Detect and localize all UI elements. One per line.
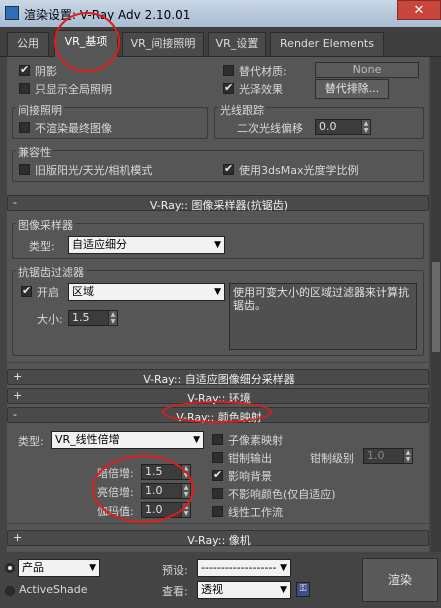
dont-affect-colors-checkbox[interactable]	[212, 488, 223, 499]
rollout-adaptive-subdivision[interactable]: + V-Ray:: 自适应图像细分采样器	[7, 369, 429, 386]
annotation-circle	[162, 401, 272, 423]
close-button[interactable]: ✕	[397, 0, 441, 20]
activeshade-radio[interactable]	[5, 586, 15, 596]
compat-group-title: 兼容性	[16, 144, 53, 160]
dont-affect-colors-label: 不影响颜色(仅自适应)	[228, 488, 336, 501]
use-3dsmax-photometric-checkbox[interactable]	[223, 162, 234, 175]
color-map-type-dropdown[interactable]: VR_线性倍增 ▼	[51, 431, 204, 449]
show-gi-only-label: 只显示全局照明	[35, 83, 112, 96]
spinner-arrows-icon[interactable]: ▲ ▼	[361, 120, 370, 134]
aa-filter-group-title: 抗锯齿过滤器	[16, 264, 86, 280]
dont-render-final-checkbox[interactable]	[19, 122, 30, 133]
preset-label: 预设:	[162, 564, 188, 577]
rollout-title: V-Ray:: 像机	[187, 534, 251, 547]
shadows-checkbox[interactable]	[19, 63, 30, 76]
subpixel-checkbox[interactable]	[212, 434, 223, 445]
view-value: 透视	[201, 583, 223, 596]
sampler-type-dropdown[interactable]: 自适应细分 ▼	[68, 236, 225, 254]
spinner-arrows-icon[interactable]: ▲ ▼	[108, 311, 117, 325]
aa-size-value: 1.5	[72, 311, 90, 324]
bottom-bar: 产品 ▼ ActiveShade 预设: ------------------- ▼…	[0, 552, 441, 608]
color-map-type-label: 类型:	[18, 435, 44, 448]
tab-vr-indirect[interactable]: VR_间接照明	[122, 32, 204, 56]
rollout-title: V-Ray:: 图像采样器(抗锯齿)	[149, 199, 289, 212]
clamp-level-value: 1.0	[367, 449, 385, 462]
indirect-group-title: 间接照明	[16, 102, 64, 118]
settings-panel: 阴影 只显示全局照明 替代材质: None 光泽效果 替代排除... 间接照明 …	[7, 57, 429, 552]
dropdown-arrow-icon: ▼	[193, 435, 200, 445]
affect-bg-label: 影响背景	[228, 470, 272, 483]
tab-vr-settings[interactable]: VR_设置	[208, 32, 266, 56]
clamp-level-label: 钳制级别	[310, 452, 354, 465]
rollout-camera[interactable]: + V-Ray:: 像机	[7, 530, 429, 547]
preset-dropdown[interactable]: ------------------- ▼	[197, 559, 291, 577]
raytrace-group-title: 光线跟踪	[218, 102, 266, 118]
legacy-sun-checkbox[interactable]	[19, 164, 30, 175]
clamp-checkbox[interactable]	[212, 452, 223, 463]
aa-filter-dropdown[interactable]: 区域 ▼	[68, 283, 225, 301]
show-gi-only-checkbox[interactable]	[19, 83, 30, 94]
dropdown-arrow-icon: ▼	[280, 563, 287, 573]
glossy-label: 光泽效果	[239, 83, 283, 96]
aa-size-spinner[interactable]: 1.5 ▲ ▼	[68, 310, 118, 326]
dont-render-final-label: 不渲染最终图像	[35, 122, 112, 135]
spinner-arrows-icon[interactable]: ▲ ▼	[403, 449, 412, 463]
use-3dsmax-photometric-label: 使用3dsMax光度学比例	[239, 164, 359, 177]
override-mtl-checkbox[interactable]	[223, 65, 234, 76]
view-dropdown[interactable]: 透视 ▼	[197, 581, 291, 599]
image-sampler-group-title: 图像采样器	[16, 217, 75, 233]
app-icon	[5, 6, 19, 20]
aa-on-checkbox[interactable]	[21, 284, 32, 297]
legacy-sun-label: 旧版阳光/天光/相机模式	[35, 164, 153, 177]
override-exclude-button[interactable]: 替代排除...	[315, 79, 389, 99]
sampler-type-value: 自适应细分	[72, 238, 127, 251]
annotation-circle	[54, 12, 120, 72]
sampler-type-label: 类型:	[29, 240, 55, 253]
clamp-label: 钳制输出	[228, 452, 272, 465]
activeshade-label: ActiveShade	[19, 583, 88, 596]
scrollbar-thumb[interactable]	[432, 262, 440, 352]
dropdown-arrow-icon: ▼	[214, 240, 221, 250]
preset-value: -------------------	[201, 561, 277, 574]
divider	[7, 362, 429, 363]
view-label: 查看:	[162, 585, 188, 598]
dropdown-arrow-icon: ▼	[214, 287, 221, 297]
color-map-type-value: VR_线性倍增	[55, 433, 120, 446]
linear-workflow-label: 线性工作流	[228, 506, 283, 519]
secondary-bias-value: 0.0	[319, 120, 337, 133]
aa-filter-description: 使用可变大小的区域过滤器来计算抗锯齿。	[229, 283, 417, 350]
aa-size-label: 大小:	[37, 313, 63, 326]
linear-workflow-checkbox[interactable]	[212, 506, 223, 517]
affect-bg-checkbox[interactable]	[212, 468, 223, 481]
override-mtl-label: 替代材质:	[239, 65, 287, 78]
dropdown-arrow-icon: ▼	[280, 585, 287, 595]
product-dropdown[interactable]: 产品 ▼	[18, 559, 100, 577]
shadows-label: 阴影	[35, 65, 57, 78]
dropdown-arrow-icon: ▼	[89, 563, 96, 573]
tab-render-elements[interactable]: Render Elements	[270, 32, 384, 56]
lock-icon[interactable]: ⚿	[296, 582, 310, 597]
product-value: 产品	[22, 561, 44, 574]
secondary-bias-spinner[interactable]: 0.0 ▲ ▼	[315, 119, 371, 135]
secondary-bias-label: 二次光线偏移	[237, 122, 303, 135]
product-radio[interactable]	[5, 563, 15, 573]
clamp-level-spinner[interactable]: 1.0 ▲ ▼	[363, 448, 413, 464]
render-button[interactable]: 渲染	[362, 558, 438, 602]
subpixel-label: 子像素映射	[228, 434, 283, 447]
divider	[7, 523, 429, 524]
glossy-checkbox[interactable]	[223, 81, 234, 94]
override-mtl-button[interactable]: None	[315, 62, 419, 78]
rollout-image-sampler[interactable]: - V-Ray:: 图像采样器(抗锯齿)	[7, 195, 429, 212]
rollout-title: V-Ray:: 自适应图像细分采样器	[143, 373, 295, 386]
aa-filter-value: 区域	[72, 285, 94, 298]
aa-on-label: 开启	[37, 286, 59, 299]
annotation-circle	[92, 455, 194, 523]
tab-common[interactable]: 公用	[7, 32, 49, 56]
